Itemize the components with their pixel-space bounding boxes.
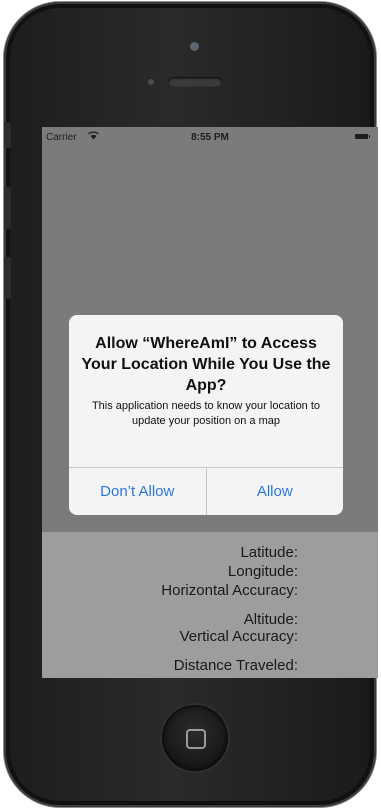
horizontal-accuracy-label: Horizontal Accuracy: [161,582,298,599]
volume-down-button [4,257,11,299]
alert-title: Allow “WhereAmI” to Access Your Location… [81,335,331,394]
alert-message: This application needs to know your loca… [91,400,321,427]
home-square-icon [186,729,206,749]
distance-traveled-label: Distance Traveled: [173,657,298,674]
latitude-label: Latitude: [240,544,298,561]
status-time: 8:55 PM [191,132,229,143]
dont-allow-button[interactable]: Don’t Allow [69,468,206,515]
mute-switch [4,122,11,148]
location-info-panel: Latitude: Longitude: Horizontal Accuracy… [42,532,378,678]
device-screen: Carrier 8:55 PM Latitude: Longitude: Hor… [42,127,378,678]
status-bar: Carrier 8:55 PM [42,127,378,147]
location-permission-alert: Allow “WhereAmI” to Access Your Location… [69,315,343,515]
allow-button[interactable]: Allow [205,468,344,515]
longitude-label: Longitude: [227,563,298,580]
earpiece-speaker [168,77,222,87]
alert-button-row: Don’t Allow Allow [69,467,343,515]
iphone-frame: Carrier 8:55 PM Latitude: Longitude: Hor… [4,2,378,807]
home-button[interactable] [162,705,228,771]
battery-icon [355,134,370,139]
vertical-accuracy-label: Vertical Accuracy: [179,628,298,645]
altitude-label: Altitude: [243,611,298,628]
front-camera [190,42,199,51]
proximity-sensor [148,79,154,85]
volume-up-button [4,187,11,229]
